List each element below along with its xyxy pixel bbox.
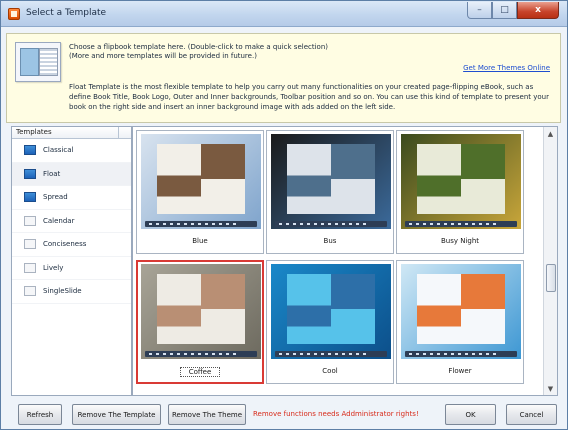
template-thumbnail[interactable]: Coffee <box>136 260 264 384</box>
ok-button[interactable]: OK <box>445 404 496 425</box>
template-thumbnail-label: Cool <box>267 367 393 375</box>
template-list-item-label: Classical <box>43 146 74 155</box>
preview-right-page <box>201 274 245 344</box>
template-thumbnails-grid[interactable]: Blue Bus Busy Night Coffee Cool Flower ▲ ▼ <box>132 126 558 396</box>
template-list-item[interactable]: SingleSlide <box>12 280 131 304</box>
flipbook-icon <box>15 42 61 82</box>
preview-right-page <box>201 144 245 214</box>
template-thumbnail-label: Busy Night <box>397 237 523 245</box>
preview-right-page <box>331 274 375 344</box>
preview-toolbar <box>275 221 387 227</box>
cancel-button-label: Cancel <box>519 410 544 419</box>
template-thumbnail-label: Flower <box>397 367 523 375</box>
preview-left-page <box>417 144 461 214</box>
template-thumbnail[interactable]: Flower <box>396 260 524 384</box>
preview-right-page <box>461 274 505 344</box>
minimize-button[interactable]: – <box>467 2 492 19</box>
template-description: Float Template is the most flexible temp… <box>69 83 549 111</box>
template-list-item-label: Lively <box>43 263 64 272</box>
scroll-up-icon[interactable]: ▲ <box>544 127 557 140</box>
template-list-item-label: Calendar <box>43 216 75 225</box>
preview-left-page <box>287 274 331 344</box>
preview-toolbar <box>405 351 517 357</box>
info-instruction: Choose a flipbook template here. (Double… <box>69 43 328 51</box>
template-list-item[interactable]: Classical <box>12 139 131 163</box>
template-list-item-label: SingleSlide <box>43 287 82 296</box>
template-thumbnail[interactable]: Busy Night <box>396 130 524 254</box>
refresh-button[interactable]: Refresh <box>18 404 62 425</box>
ok-button-label: OK <box>465 410 476 419</box>
preview-left-page <box>157 144 201 214</box>
remove-template-button-label: Remove The Template <box>77 410 156 419</box>
template-list-item-label: Conciseness <box>43 240 87 249</box>
refresh-button-label: Refresh <box>26 410 54 419</box>
preview-left-page <box>287 144 331 214</box>
template-list-item[interactable]: Spread <box>12 186 131 210</box>
template-list-item[interactable]: Lively <box>12 257 131 280</box>
template-preview-image <box>271 134 391 229</box>
select-template-window: Select a Template – □ x Choose a flipboo… <box>0 0 568 430</box>
preview-toolbar <box>405 221 517 227</box>
template-list-item[interactable]: Float <box>12 162 131 186</box>
templates-list[interactable]: Templates Classical Float Spread Calendar Co… <box>11 126 132 396</box>
templates-list-items: Classical Float Spread Calendar Conciseness L… <box>12 139 131 304</box>
maximize-button[interactable]: □ <box>492 2 517 19</box>
conciseness-template-icon <box>24 239 36 249</box>
template-preview-image <box>271 264 391 359</box>
preview-toolbar <box>275 351 387 357</box>
remove-theme-button-label: Remove The Theme <box>171 410 243 419</box>
remove-template-button[interactable]: Remove The Template <box>72 404 161 425</box>
remove-theme-button[interactable]: Remove The Theme <box>168 404 246 425</box>
template-thumbnail-label: Coffee <box>138 367 262 377</box>
template-thumbnail-label: Bus <box>267 237 393 245</box>
app-icon <box>8 8 20 20</box>
template-name: Busy Night <box>440 237 480 245</box>
lively-template-icon <box>24 262 36 273</box>
templates-list-header: Templates <box>12 127 131 139</box>
spread-template-icon <box>24 192 36 202</box>
admin-rights-warning: Remove functions needs Addministrator ri… <box>253 410 419 418</box>
singleslide-template-icon <box>24 286 36 296</box>
window-title: Select a Template <box>26 8 107 18</box>
window-controls: – □ x <box>467 2 559 20</box>
template-preview-image <box>141 134 261 229</box>
preview-toolbar <box>145 351 257 357</box>
preview-toolbar <box>145 221 257 227</box>
template-name: Cool <box>322 367 338 375</box>
get-more-themes-link[interactable]: Get More Themes Online <box>463 64 550 72</box>
title-bar[interactable]: Select a Template – □ x <box>1 1 567 27</box>
template-thumbnail[interactable]: Bus <box>266 130 394 254</box>
template-preview-image <box>141 264 261 359</box>
classical-template-icon <box>24 145 36 155</box>
template-thumbnail[interactable]: Cool <box>266 260 394 384</box>
template-thumbnail-label: Blue <box>137 237 263 245</box>
preview-right-page <box>461 144 505 214</box>
preview-left-page <box>417 274 461 344</box>
template-list-item-label: Float <box>43 169 61 178</box>
template-name: Blue <box>192 237 208 245</box>
info-note: (More and more templates will be provide… <box>69 52 257 60</box>
template-preview-image <box>401 134 521 229</box>
template-list-item-label: Spread <box>43 193 68 202</box>
template-list-item[interactable]: Calendar <box>12 210 131 233</box>
template-name: Coffee <box>179 367 221 377</box>
vertical-scrollbar[interactable]: ▲ ▼ <box>543 127 557 395</box>
info-panel: Choose a flipbook template here. (Double… <box>6 33 561 123</box>
template-name: Bus <box>323 237 337 245</box>
scrollbar-thumb[interactable] <box>546 264 556 292</box>
template-list-item[interactable]: Conciseness <box>12 233 131 257</box>
template-thumbnail[interactable]: Blue <box>136 130 264 254</box>
template-preview-image <box>401 264 521 359</box>
float-template-icon <box>24 168 36 179</box>
close-button[interactable]: x <box>517 2 559 19</box>
cancel-button[interactable]: Cancel <box>506 404 557 425</box>
preview-left-page <box>157 274 201 344</box>
scroll-down-icon[interactable]: ▼ <box>544 382 557 395</box>
template-name: Flower <box>448 367 472 375</box>
calendar-template-icon <box>24 215 36 226</box>
preview-right-page <box>331 144 375 214</box>
